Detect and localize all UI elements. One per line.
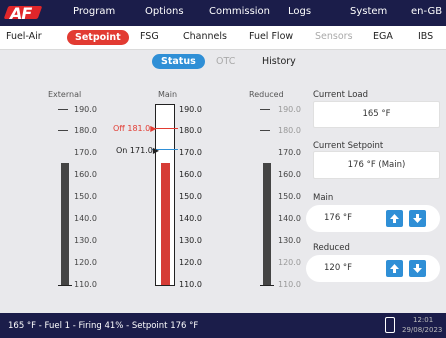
- main-tick: 130.0: [179, 236, 202, 245]
- tab-channels[interactable]: Channels: [183, 31, 227, 42]
- external-tick: 110.0: [74, 280, 97, 289]
- menu-system[interactable]: System: [350, 6, 387, 17]
- arrow-up-icon: [390, 214, 399, 223]
- external-tick: 150.0: [74, 192, 97, 201]
- reduced-increase-button[interactable]: [386, 260, 403, 277]
- tab-fuel-air[interactable]: Fuel-Air: [6, 31, 42, 42]
- reduced-tick: 160.0: [278, 170, 301, 179]
- tab-sensors[interactable]: Sensors: [315, 31, 353, 42]
- external-tick: 180.0: [74, 126, 97, 135]
- external-tick: 120.0: [74, 258, 97, 267]
- main-on-marker: On 171.0▶: [116, 146, 159, 155]
- current-load-value: 165 °F: [313, 101, 440, 128]
- arrow-down-icon: [413, 214, 422, 223]
- menu-commission[interactable]: Commission: [209, 6, 270, 17]
- main-tick: 140.0: [179, 214, 202, 223]
- reduced-tick: 180.0: [278, 126, 301, 135]
- external-tick: 160.0: [74, 170, 97, 179]
- main-tick: 160.0: [179, 170, 202, 179]
- tab-ibs[interactable]: IBS: [418, 31, 433, 42]
- main-gauge-label: Main: [158, 90, 178, 99]
- external-tick: 130.0: [74, 236, 97, 245]
- clock-date: 29/08/2023: [402, 326, 443, 334]
- subtab-otc[interactable]: OTC: [216, 56, 235, 67]
- current-load-label: Current Load: [313, 90, 369, 100]
- status-bar: 165 °F - Fuel 1 - Firing 41% - Setpoint …: [0, 313, 446, 338]
- tab-ega[interactable]: EGA: [373, 31, 393, 42]
- status-text: 165 °F - Fuel 1 - Firing 41% - Setpoint …: [8, 321, 199, 331]
- main-tick: 110.0: [179, 280, 202, 289]
- main-tick: 170.0: [179, 148, 202, 157]
- reduced-gauge-label: Reduced: [249, 90, 284, 99]
- external-tick: 170.0: [74, 148, 97, 157]
- main-setpoint-label: Main: [313, 193, 334, 203]
- main-tick: 150.0: [179, 192, 202, 201]
- subtab-history[interactable]: History: [262, 56, 296, 67]
- menu-logs[interactable]: Logs: [288, 6, 311, 17]
- current-setpoint-label: Current Setpoint: [313, 141, 384, 151]
- tab-fuel-flow[interactable]: Fuel Flow: [249, 31, 293, 42]
- menu-program[interactable]: Program: [73, 6, 115, 17]
- arrow-down-icon: [413, 264, 422, 273]
- main-off-marker: Off 181.0▶: [113, 124, 157, 133]
- reduced-tick: 150.0: [278, 192, 301, 201]
- reduced-setpoint-control: 120 °F: [306, 255, 440, 282]
- main-decrease-button[interactable]: [409, 210, 426, 227]
- main-tabs: Fuel-Air Setpoint FSG Channels Fuel Flow…: [0, 26, 446, 50]
- external-gauge-label: External: [48, 90, 82, 99]
- reduced-decrease-button[interactable]: [409, 260, 426, 277]
- reduced-tick: 120.0: [278, 258, 301, 267]
- main-setpoint-control: 176 °F: [306, 205, 440, 232]
- main-gauge-fill: [161, 163, 170, 285]
- main-setpoint-value: 176 °F: [324, 213, 353, 223]
- current-setpoint-value: 176 °F (Main): [313, 151, 440, 179]
- menu-options[interactable]: Options: [145, 6, 184, 17]
- tab-fsg[interactable]: FSG: [140, 31, 159, 42]
- external-tick: 140.0: [74, 214, 97, 223]
- menu-language[interactable]: en-GB: [411, 6, 442, 17]
- arrow-up-icon: [390, 264, 399, 273]
- reduced-tick: 170.0: [278, 148, 301, 157]
- clock-time: 12:01: [413, 316, 434, 324]
- subtab-status[interactable]: Status: [152, 54, 205, 69]
- top-bar: AF Program Options Commission Logs Syste…: [0, 0, 446, 26]
- main-tick: 180.0: [179, 126, 202, 135]
- brand-logo: AF: [3, 3, 43, 23]
- tab-setpoint[interactable]: Setpoint: [67, 30, 129, 45]
- main-tick: 120.0: [179, 258, 202, 267]
- reduced-tick: 130.0: [278, 236, 301, 245]
- reduced-setpoint-label: Reduced: [313, 243, 350, 253]
- reduced-setpoint-value: 120 °F: [324, 263, 353, 273]
- reduced-tick: 110.0: [278, 280, 301, 289]
- reduced-gauge-bar: [263, 163, 271, 285]
- reduced-tick: 190.0: [278, 105, 301, 114]
- external-gauge-bar: [61, 163, 69, 285]
- device-icon[interactable]: [385, 317, 395, 333]
- main-increase-button[interactable]: [386, 210, 403, 227]
- main-tick: 190.0: [179, 105, 202, 114]
- reduced-tick: 140.0: [278, 214, 301, 223]
- external-tick: 190.0: [74, 105, 97, 114]
